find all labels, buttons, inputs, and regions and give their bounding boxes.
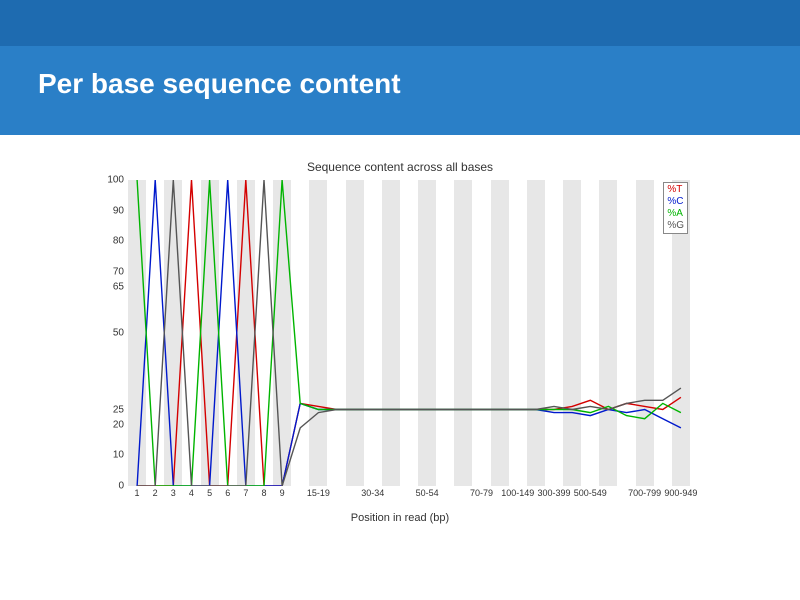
y-tick: 25 [113, 404, 124, 415]
x-tick: 4 [189, 488, 194, 498]
x-tick: 1 [135, 488, 140, 498]
y-tick: 70 [113, 266, 124, 277]
page-title: Per base sequence content [0, 46, 800, 100]
x-tick: 9 [280, 488, 285, 498]
y-tick: 50 [113, 328, 124, 339]
x-tick: 700-799 [628, 488, 661, 498]
y-tick: 90 [113, 205, 124, 216]
x-tick: 2 [153, 488, 158, 498]
x-tick: 30-34 [361, 488, 384, 498]
x-tick: 15-19 [307, 488, 330, 498]
x-tick: 7 [243, 488, 248, 498]
plot-area: 01020255065708090100 12345678915-1930-34… [128, 180, 690, 486]
x-tick: 5 [207, 488, 212, 498]
header-banner-top [0, 0, 800, 46]
x-tick: 900-949 [664, 488, 697, 498]
x-tick: 50-54 [416, 488, 439, 498]
y-tick: 80 [113, 236, 124, 247]
y-tick: 10 [113, 450, 124, 461]
legend-item-g: %G [667, 220, 684, 232]
x-tick: 500-549 [574, 488, 607, 498]
header-banner: Per base sequence content [0, 0, 800, 135]
legend-item-t: %T [667, 184, 684, 196]
x-tick: 6 [225, 488, 230, 498]
x-axis-label: Position in read (bp) [100, 512, 700, 524]
x-tick: 3 [171, 488, 176, 498]
x-tick: 300-399 [538, 488, 571, 498]
legend-item-a: %A [667, 208, 684, 220]
series-a [137, 180, 681, 486]
y-tick: 65 [113, 282, 124, 293]
chart-title: Sequence content across all bases [100, 160, 700, 174]
legend-item-c: %C [667, 196, 684, 208]
x-tick: 100-149 [501, 488, 534, 498]
chart-container: Sequence content across all bases 010202… [100, 160, 700, 520]
chart-lines [128, 180, 690, 486]
y-tick: 20 [113, 419, 124, 430]
x-tick: 8 [261, 488, 266, 498]
y-tick: 0 [118, 481, 124, 492]
x-tick: 70-79 [470, 488, 493, 498]
legend: %T %C %A %G [663, 182, 688, 234]
y-tick: 100 [107, 175, 124, 186]
